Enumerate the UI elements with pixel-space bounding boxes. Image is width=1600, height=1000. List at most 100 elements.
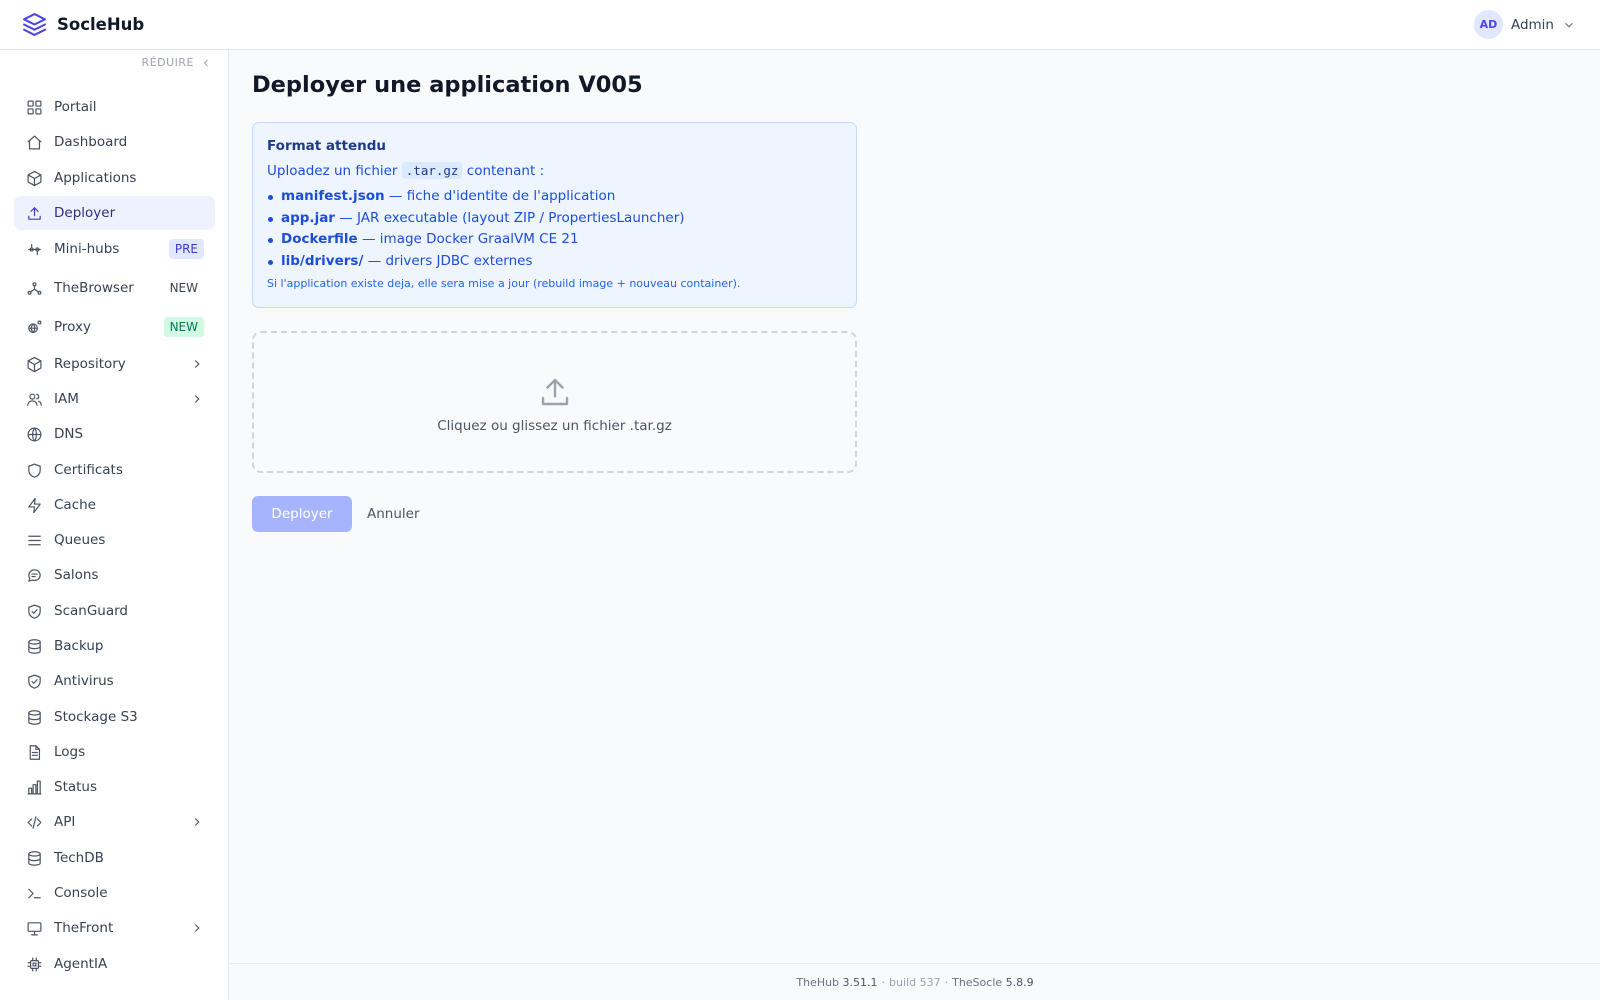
file-icon — [25, 743, 43, 761]
cancel-button[interactable]: Annuler — [367, 506, 420, 522]
thehub-version: 3.51.1 — [842, 975, 878, 989]
database-icon — [25, 849, 43, 867]
monitor-icon — [25, 919, 43, 937]
info-note: Si l'application existe deja, elle sera … — [267, 277, 741, 290]
footer-separator: · — [881, 975, 886, 989]
database-icon — [25, 708, 43, 726]
sidebar-item-queues[interactable]: Queues — [14, 523, 215, 557]
chevron-right-icon[interactable] — [190, 392, 204, 406]
sidebar-item-console[interactable]: Console — [14, 876, 215, 910]
sidebar-item-label: Cache — [54, 497, 96, 513]
sidebar-item-label: Stockage S3 — [54, 709, 138, 725]
shield-check-icon — [25, 602, 43, 620]
users-icon — [25, 390, 43, 408]
info-intro-code: .tar.gz — [401, 162, 463, 179]
file-desc: — image Docker GraalVM CE 21 — [362, 231, 579, 247]
footer: TheHub 3.51.1 · build 537 · TheSocle 5.8… — [230, 963, 1600, 1000]
file-name: manifest.json — [281, 188, 385, 204]
sidebar-item-applications[interactable]: Applications — [14, 161, 215, 195]
brand[interactable]: SocleHub — [22, 12, 144, 37]
sidebar-item-portail[interactable]: Portail — [14, 90, 215, 124]
sidebar-item-iam[interactable]: IAM — [14, 382, 215, 416]
sidebar-item-dns[interactable]: DNS — [14, 417, 215, 451]
bolt-icon — [25, 496, 43, 514]
bar-chart-icon — [25, 778, 43, 796]
collapse-label: RÉDUIRE — [141, 56, 194, 69]
info-intro-suffix: contenant : — [466, 163, 545, 179]
build-number: build 537 — [889, 975, 941, 989]
sliders-icon — [25, 240, 43, 258]
sidebar-item-thefront[interactable]: TheFront — [14, 911, 215, 945]
sidebar-item-label: Applications — [54, 170, 137, 186]
chat-icon — [25, 566, 43, 584]
format-info-box: Format attendu Uploadez un fichier .tar.… — [252, 122, 857, 308]
sidebar-item-label: Antivirus — [54, 673, 114, 689]
chevron-right-icon[interactable] — [190, 357, 204, 371]
layers-logo-icon — [23, 13, 46, 36]
globe-icon — [25, 425, 43, 443]
sidebar-item-scanguard[interactable]: ScanGuard — [14, 594, 215, 628]
sidebar-item-api[interactable]: API — [14, 805, 215, 839]
sidebar-item-label: TheFront — [54, 920, 114, 936]
sidebar-item-deployer[interactable]: Deployer — [14, 196, 215, 230]
sidebar-item-label: Status — [54, 779, 98, 795]
file-name: app.jar — [281, 209, 335, 226]
user-menu[interactable]: AD Admin — [1473, 10, 1576, 39]
sidebar-item-label: Queues — [54, 532, 106, 548]
sidebar-item-label: Console — [54, 885, 108, 901]
deploy-button[interactable]: Deployer — [252, 496, 352, 532]
info-file-list: manifest.json — fiche d'identite de l'ap… — [267, 186, 842, 272]
list-item: manifest.json — fiche d'identite de l'ap… — [267, 186, 842, 208]
sidebar-item-backup[interactable]: Backup — [14, 629, 215, 663]
chevron-right-icon[interactable] — [190, 921, 204, 935]
file-dropzone[interactable]: Cliquez ou glissez un fichier .tar.gz — [252, 331, 857, 473]
brand-name: SocleHub — [57, 15, 145, 34]
sidebar-item-label: API — [54, 814, 76, 830]
sidebar-item-label: Logs — [54, 744, 86, 760]
sidebar-item-repository[interactable]: Repository — [14, 347, 215, 381]
status-badge: NEW — [169, 281, 198, 295]
sidebar-item-label: DNS — [54, 426, 84, 442]
box-icon — [25, 169, 43, 187]
info-intro: Uploadez un fichier .tar.gz contenant : — [267, 162, 842, 179]
sidebar: RÉDUIRE Portail Dashboard Applications Depl… — [0, 50, 229, 1000]
grid-icon — [25, 98, 43, 116]
collapse-sidebar-button[interactable]: RÉDUIRE — [142, 56, 212, 69]
sidebar-item-label: Deployer — [54, 205, 116, 221]
sidebar-item-cache[interactable]: Cache — [14, 488, 215, 522]
sidebar-item-label: Mini-hubs — [54, 241, 120, 257]
top-bar: SocleHub AD Admin — [0, 0, 1600, 50]
thehub-label: TheHub — [796, 975, 840, 989]
footer-separator: · — [944, 975, 949, 989]
sidebar-item-antivirus[interactable]: Antivirus — [14, 664, 215, 698]
sidebar-item-label: Backup — [54, 638, 104, 654]
sidebar-item-techdb[interactable]: TechDB — [14, 841, 215, 875]
dropzone-text: Cliquez ou glissez un fichier .tar.gz — [437, 418, 672, 434]
home-icon — [25, 133, 43, 151]
sidebar-item-label: ScanGuard — [54, 603, 128, 619]
sidebar-item-agentia[interactable]: AgentIA — [14, 947, 215, 981]
form-actions: Deployer Annuler — [252, 496, 420, 532]
list-item: lib/drivers/ — drivers JDBC externes — [267, 251, 842, 273]
chevron-left-icon — [203, 59, 208, 66]
sidebar-item-salons[interactable]: Salons — [14, 558, 215, 592]
sidebar-item-proxy[interactable]: Proxy NEW — [14, 310, 215, 344]
file-desc: — drivers JDBC externes — [367, 252, 533, 269]
sidebar-item-label: TheBrowser — [54, 280, 134, 296]
info-intro-text: Uploadez un fichier — [267, 163, 398, 179]
sidebar-item-logs[interactable]: Logs — [14, 735, 215, 769]
sidebar-item-certificats[interactable]: Certificats — [14, 453, 215, 487]
status-badge: NEW — [163, 317, 204, 337]
file-name: lib/drivers/ — [281, 252, 364, 269]
shield-check-icon — [25, 672, 43, 690]
sidebar-item-thebrowser[interactable]: TheBrowser NEW — [14, 271, 215, 305]
sidebar-item-status[interactable]: Status — [14, 770, 215, 804]
sidebar-item-mini-hubs[interactable]: Mini-hubs PRE — [14, 232, 215, 266]
sidebar-item-dashboard[interactable]: Dashboard — [14, 125, 215, 159]
sidebar-item-stockage-s3[interactable]: Stockage S3 — [14, 700, 215, 734]
upload-icon — [25, 204, 43, 222]
chevron-right-icon[interactable] — [190, 815, 204, 829]
sidebar-item-label: TechDB — [54, 850, 104, 866]
terminal-icon — [25, 884, 43, 902]
page-title: Deployer une application V005 — [252, 72, 643, 98]
